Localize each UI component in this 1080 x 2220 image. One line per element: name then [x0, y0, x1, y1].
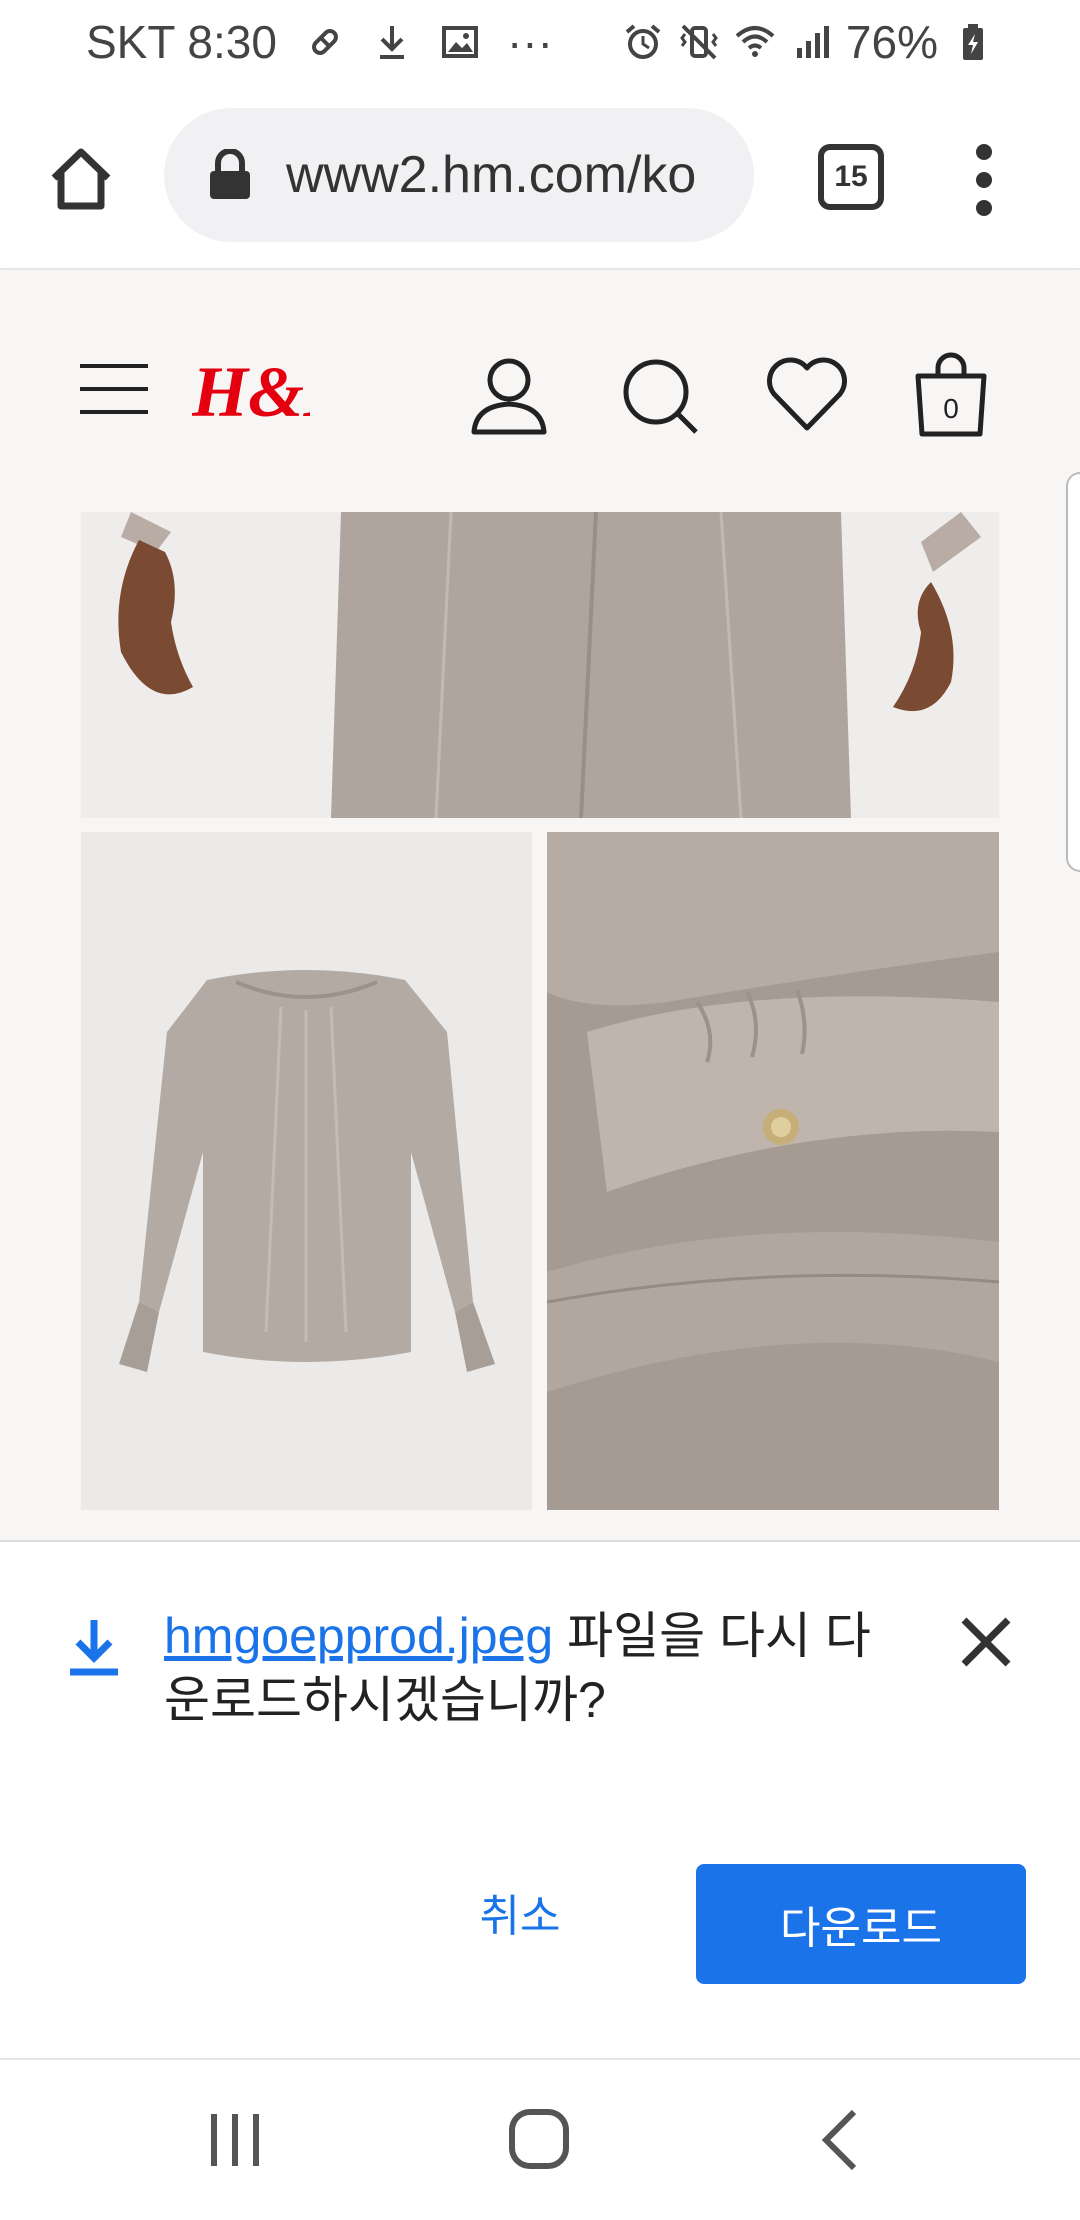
- hm-logo[interactable]: H&M: [192, 350, 310, 430]
- menu-dot: [976, 172, 992, 188]
- battery-percent: 76%: [845, 16, 938, 68]
- home-button[interactable]: [46, 144, 116, 214]
- download-prompt: hmgoepprod.jpeg 파일을 다시 다운로드하시겠습니까? 취소 다운…: [0, 1540, 1080, 2058]
- back-icon[interactable]: [796, 2100, 886, 2180]
- signal-icon: [790, 21, 832, 63]
- battery-charging-icon: [952, 21, 994, 63]
- status-bar: SKT 8:30 ··· 76%: [0, 0, 1080, 84]
- system-navigation-bar: [0, 2058, 1080, 2220]
- url-bar[interactable]: www2.hm.com/ko: [164, 108, 754, 242]
- home-icon: [51, 148, 111, 210]
- download-message: hmgoepprod.jpeg 파일을 다시 다운로드하시겠습니까?: [164, 1604, 884, 1732]
- browser-toolbar: www2.hm.com/ko 15: [0, 84, 1080, 270]
- logo-text: H&M: [192, 352, 310, 430]
- close-icon[interactable]: [956, 1612, 1016, 1672]
- scroll-indicator[interactable]: [1066, 472, 1080, 872]
- pill-icon: [303, 21, 345, 63]
- home-nav-icon[interactable]: [494, 2100, 584, 2180]
- tab-switcher-button[interactable]: 15: [818, 144, 884, 210]
- menu-dot: [976, 144, 992, 160]
- browser-menu-button[interactable]: [964, 140, 1004, 220]
- carrier-time: SKT 8:30: [86, 16, 277, 68]
- image-icon: [439, 21, 481, 63]
- recent-apps-icon[interactable]: [190, 2100, 280, 2180]
- menu-dot: [976, 200, 992, 216]
- product-image-cuff-detail[interactable]: [547, 832, 999, 1510]
- download-filename-link[interactable]: hmgoepprod.jpeg: [164, 1608, 553, 1664]
- alarm-icon: [622, 21, 664, 63]
- search-icon[interactable]: [616, 352, 702, 438]
- download-button[interactable]: 다운로드: [696, 1864, 1026, 1984]
- product-image-blouse[interactable]: [81, 832, 532, 1510]
- vibrate-mute-icon: [678, 21, 720, 63]
- more-notifications: ···: [506, 16, 553, 68]
- shopping-bag-icon[interactable]: 0: [912, 352, 990, 438]
- cancel-button[interactable]: 취소: [440, 1862, 600, 1962]
- web-page: H&M 0: [0, 272, 1080, 1548]
- site-header: H&M 0: [0, 272, 1080, 512]
- download-icon: [371, 21, 413, 63]
- favorites-heart-icon[interactable]: [764, 352, 850, 438]
- wifi-icon: [734, 21, 776, 63]
- product-image-trousers[interactable]: [81, 512, 999, 818]
- hamburger-menu-icon[interactable]: [80, 364, 148, 414]
- download-icon: [70, 1620, 118, 1676]
- tab-count: 15: [834, 160, 868, 193]
- lock-icon: [210, 149, 250, 199]
- url-text: www2.hm.com/ko: [286, 146, 697, 204]
- cart-count: 0: [943, 393, 959, 424]
- account-icon[interactable]: [466, 352, 552, 438]
